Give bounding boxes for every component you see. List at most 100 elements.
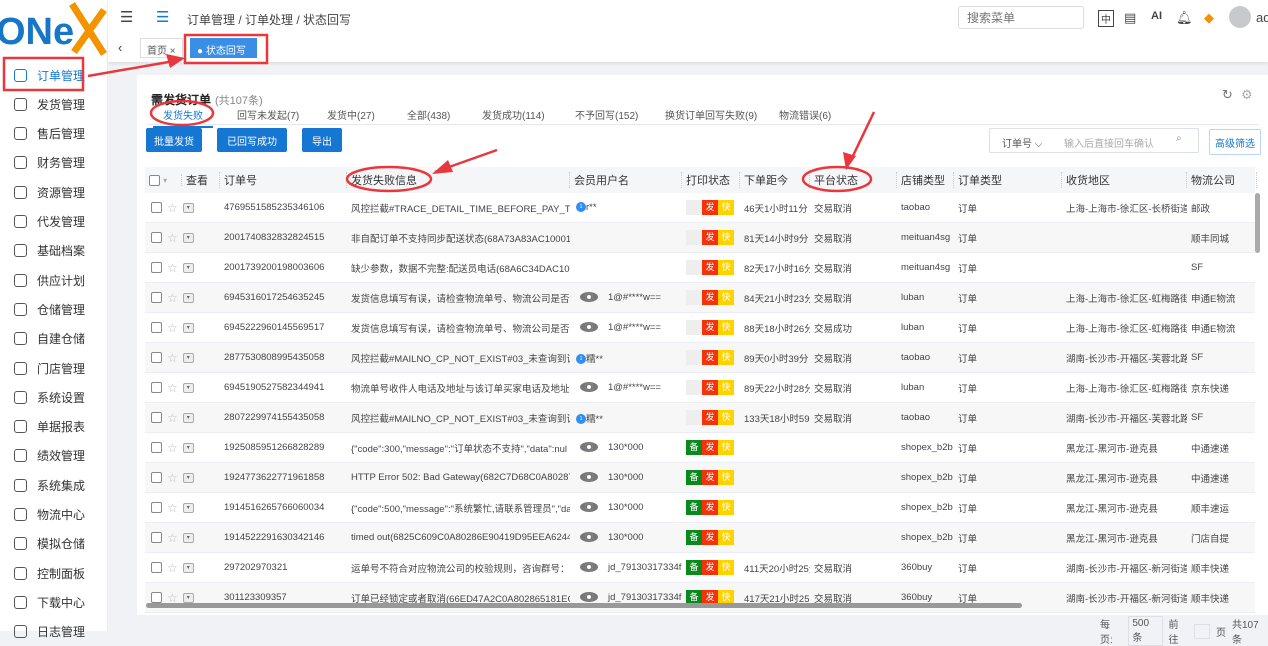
eye-icon[interactable] — [580, 532, 598, 543]
sidebar-item[interactable]: 单据报表 — [8, 414, 100, 440]
table-row[interactable]: ☆ ▾ 6945190527582344941 物流单号收件人电话及地址与该订单买家电… — [145, 373, 1255, 403]
page-tab-status-writeback[interactable]: ● 状态回写 × — [190, 38, 257, 68]
row-checkbox[interactable] — [151, 262, 162, 273]
sidebar-item[interactable]: 售后管理 — [8, 121, 100, 147]
order-number[interactable]: 1914522291630342146 — [220, 532, 347, 543]
expand-dropdown-icon[interactable]: ▾ — [182, 352, 194, 363]
expand-dropdown-icon[interactable]: ▾ — [182, 562, 194, 573]
chat-bubble-icon[interactable]: 1 — [576, 353, 586, 364]
sidebar-item[interactable]: 财务管理 — [8, 150, 100, 176]
star-icon[interactable]: ☆ — [167, 261, 178, 275]
eye-icon[interactable] — [580, 592, 598, 603]
bell-icon[interactable]: 🔔︎ — [1176, 10, 1193, 26]
column-header[interactable]: 订单号 — [220, 172, 347, 188]
status-tab[interactable]: 发货成功(114) — [482, 107, 545, 122]
filter-field-select[interactable]: 订单号 ⌵ — [1002, 135, 1042, 150]
table-row[interactable]: ☆ ▾ 4769551585235346106 风控拦截#TRACE_DETAIL_T… — [145, 193, 1255, 223]
sidebar-item[interactable]: 发货管理 — [8, 91, 100, 117]
sidebar-item[interactable]: 供应计划 — [8, 267, 100, 293]
star-icon[interactable]: ☆ — [167, 471, 178, 485]
star-icon[interactable]: ☆ — [167, 201, 178, 215]
star-icon[interactable]: ☆ — [167, 531, 178, 545]
sidebar-item[interactable]: 代发管理 — [8, 209, 100, 235]
expand-dropdown-icon[interactable]: ▾ — [182, 322, 194, 333]
eye-icon[interactable] — [580, 292, 598, 303]
expand-dropdown-icon[interactable]: ▾ — [182, 502, 194, 513]
order-number[interactable]: 6945222960145569517 — [220, 322, 347, 333]
select-all-checkbox[interactable] — [149, 174, 160, 186]
table-row[interactable]: ☆ ▾ 1914516265766060034 {"code":500,"messag… — [145, 493, 1255, 523]
row-checkbox[interactable] — [151, 232, 162, 243]
menu-toggle-icon[interactable]: ☰ — [156, 8, 169, 26]
export-button[interactable]: 导出 — [302, 128, 342, 152]
order-number[interactable]: 1914516265766060034 — [220, 502, 347, 513]
table-row[interactable]: ☆ ▾ 6945316017254635245 发货信息填写有误，请检查物流单号、物流… — [145, 283, 1255, 313]
chat-bubble-icon[interactable]: 1 — [576, 413, 586, 424]
star-icon[interactable]: ☆ — [167, 231, 178, 245]
order-number[interactable]: 2877530808995435058 — [220, 352, 347, 363]
order-number[interactable]: 2001739200198003606 — [220, 262, 347, 273]
status-tab[interactable]: 回写未发起(7) — [237, 107, 299, 122]
row-checkbox[interactable] — [151, 292, 162, 303]
advanced-filter-button[interactable]: 高级筛选 — [1209, 129, 1261, 155]
table-row[interactable]: ☆ ▾ 1925085951266828289 {"code":300,"messag… — [145, 433, 1255, 463]
settings-icon[interactable]: ⚙ — [1241, 87, 1253, 103]
status-tab[interactable]: 全部(438) — [407, 107, 450, 122]
star-icon[interactable]: ☆ — [167, 411, 178, 425]
expand-dropdown-icon[interactable]: ▾ — [182, 412, 194, 423]
star-icon[interactable]: ☆ — [167, 501, 178, 515]
table-row[interactable]: ☆ ▾ 2807229974155435058 风控拦截#MAILNO_CP_NOT_… — [145, 403, 1255, 433]
order-number[interactable]: 6945316017254635245 — [220, 292, 347, 303]
search-icon[interactable]: ⌕ — [1176, 133, 1182, 144]
eye-icon[interactable] — [580, 322, 598, 333]
page-size-select[interactable]: 500条 — [1128, 616, 1163, 646]
column-header[interactable]: 打印状态 — [682, 172, 740, 188]
batch-ship-button[interactable]: 批量发货 — [146, 128, 202, 152]
table-row[interactable]: ☆ ▾ 1924773622771961858 HTTP Error 502: Bad… — [145, 463, 1255, 493]
table-row[interactable]: ☆ ▾ 297202970321 运单号不符合对应物流公司的校验规则，咨询群号：102… — [145, 553, 1255, 583]
horizontal-scrollbar[interactable] — [146, 603, 1022, 608]
table-row[interactable]: ☆ ▾ 2001739200198003606 缺少参数，数据不完整:配送员电话(68… — [145, 253, 1255, 283]
star-icon[interactable]: ☆ — [167, 561, 178, 575]
eye-icon[interactable] — [580, 382, 598, 393]
written-success-button[interactable]: 已回写成功 — [217, 128, 287, 152]
eye-icon[interactable] — [580, 472, 598, 483]
expand-dropdown-icon[interactable]: ▾ — [182, 382, 194, 393]
status-tab[interactable]: 物流错误(6) — [779, 107, 831, 122]
column-header[interactable]: 店铺类型 — [897, 172, 954, 188]
order-number[interactable]: 1924773622771961858 — [220, 472, 347, 483]
row-checkbox[interactable] — [151, 472, 162, 483]
table-row[interactable]: ☆ ▾ 301123309357 订单已经锁定或者取消(66ED47A2C0A8028… — [145, 583, 1255, 613]
expand-dropdown-icon[interactable]: ▾ — [182, 592, 194, 603]
page-tab-home[interactable]: 首页 × — [140, 38, 183, 58]
expand-dropdown-icon[interactable]: ▾ — [182, 202, 194, 213]
expand-dropdown-icon[interactable]: ▾ — [182, 262, 194, 273]
sidebar-item[interactable]: 模拟仓储 — [8, 531, 100, 557]
tabs-back-icon[interactable]: ‹ — [118, 40, 122, 55]
vertical-scrollbar[interactable] — [1255, 193, 1260, 253]
column-header[interactable]: 订单类型 — [954, 172, 1062, 188]
eye-icon[interactable] — [580, 562, 598, 573]
avatar[interactable] — [1229, 6, 1251, 28]
column-header[interactable]: 收货地区 — [1062, 172, 1187, 188]
row-checkbox[interactable] — [151, 502, 162, 513]
row-checkbox[interactable] — [151, 382, 162, 393]
sidebar-item[interactable]: 基础档案 — [8, 238, 100, 264]
chat-bubble-icon[interactable]: 1 — [576, 202, 586, 213]
sidebar-item[interactable]: 订单管理 — [8, 62, 100, 88]
sidebar-item[interactable]: 系统集成 — [8, 472, 100, 498]
order-number[interactable]: 301123309357 — [220, 592, 347, 603]
refresh-icon[interactable]: ↻ — [1222, 87, 1233, 103]
expand-dropdown-icon[interactable]: ▾ — [182, 292, 194, 303]
status-tab[interactable]: 发货中(27) — [327, 107, 375, 122]
expand-dropdown-icon[interactable]: ▾ — [182, 472, 194, 483]
column-header[interactable]: 平台状态 — [810, 172, 897, 188]
sidebar-item[interactable]: 日志管理 — [8, 619, 100, 645]
sidebar-item[interactable]: 自建仓储 — [8, 326, 100, 352]
order-number[interactable]: 4769551585235346106 — [220, 202, 347, 213]
row-checkbox[interactable] — [151, 532, 162, 543]
table-row[interactable]: ☆ ▾ 2877530808995435058 风控拦截#MAILNO_CP_NOT_… — [145, 343, 1255, 373]
order-number[interactable]: 6945190527582344941 — [220, 382, 347, 393]
row-checkbox[interactable] — [151, 412, 162, 423]
row-checkbox[interactable] — [151, 352, 162, 363]
